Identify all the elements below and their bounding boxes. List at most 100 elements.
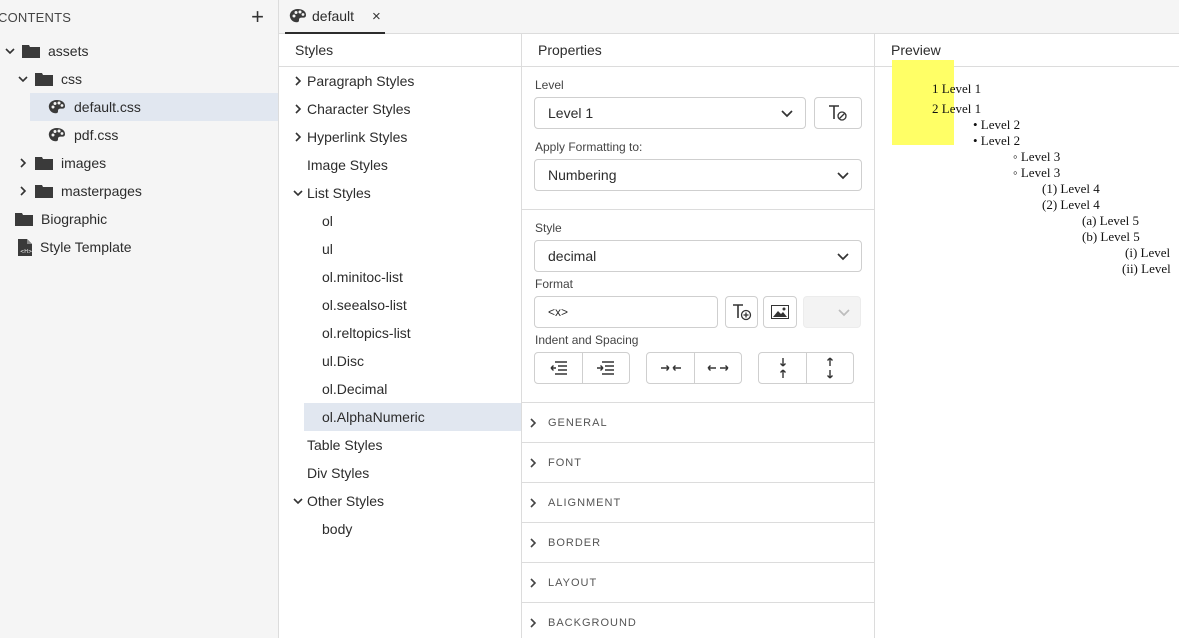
- chevron-right-icon[interactable]: [292, 75, 304, 87]
- indent-spacing-label: Indent and Spacing: [535, 333, 639, 347]
- chevron-down-icon: [838, 309, 850, 317]
- chevron-spacer: [292, 467, 304, 479]
- apply-formatting-dropdown[interactable]: Numbering: [534, 159, 862, 191]
- style-item[interactable]: ol.minitoc-list: [322, 263, 403, 291]
- tree-item-label: Style Template: [40, 239, 132, 255]
- style-item[interactable]: ol.AlphaNumeric: [304, 403, 521, 431]
- properties-header: Properties: [522, 34, 874, 67]
- chevron-down-icon: [781, 110, 793, 118]
- styles-header: Styles: [279, 34, 521, 67]
- level-dropdown[interactable]: Level 1: [534, 97, 806, 129]
- plus-icon[interactable]: +: [251, 6, 264, 28]
- chevron-spacer: [292, 439, 304, 451]
- space-before-button[interactable]: [759, 353, 806, 383]
- indent-icon: [597, 361, 614, 375]
- indent-group: [534, 352, 630, 384]
- folder-icon: [35, 73, 53, 86]
- tree-item-biographic[interactable]: Biographic: [15, 205, 107, 233]
- tree-item-pdf-css[interactable]: pdf.css: [48, 121, 118, 149]
- section-background[interactable]: BACKGROUND: [522, 602, 875, 638]
- style-item[interactable]: ul.Disc: [322, 347, 364, 375]
- style-item[interactable]: List Styles: [292, 179, 371, 207]
- tree-item-images[interactable]: images: [17, 149, 106, 177]
- style-item[interactable]: Div Styles: [292, 459, 369, 487]
- chevron-down-icon[interactable]: [17, 73, 29, 85]
- section-general[interactable]: GENERAL: [522, 402, 875, 442]
- tree-item-default-css[interactable]: default.css: [30, 93, 278, 121]
- preview-list-line: ◦ Level 3: [1013, 149, 1061, 164]
- preview-list-line: 2 Level 1: [932, 101, 982, 116]
- text-clear-icon: [829, 105, 847, 121]
- chevron-right-icon[interactable]: [17, 157, 29, 169]
- style-item[interactable]: Character Styles: [292, 95, 410, 123]
- space-after-button[interactable]: [806, 353, 853, 383]
- chevron-down-icon: [837, 172, 849, 180]
- tab-default[interactable]: default ×: [285, 0, 385, 34]
- style-item-label: Div Styles: [307, 465, 370, 481]
- chevron-right-icon[interactable]: [292, 103, 304, 115]
- style-item[interactable]: ul: [322, 235, 333, 263]
- format-label: Format: [535, 277, 574, 291]
- palette-icon: [48, 128, 65, 142]
- preview-list-line: 1 Level 1: [932, 81, 982, 96]
- chevron-right-icon[interactable]: [17, 185, 29, 197]
- style-item[interactable]: Other Styles: [292, 487, 384, 515]
- tab-bar: default ×: [279, 0, 1179, 34]
- decrease-indent-button[interactable]: [535, 353, 582, 383]
- style-item-label: Character Styles: [307, 101, 411, 117]
- document-icon: <H>: [18, 238, 32, 256]
- insert-text-button[interactable]: [725, 296, 758, 328]
- increase-indent-button[interactable]: [582, 353, 629, 383]
- style-item-label: Image Styles: [307, 157, 388, 173]
- tree-item-label: masterpages: [61, 183, 142, 199]
- chevron-right-icon[interactable]: [292, 131, 304, 143]
- style-item[interactable]: body: [322, 515, 352, 543]
- style-label: Style: [535, 221, 562, 235]
- style-item[interactable]: Hyperlink Styles: [292, 123, 407, 151]
- chevron-spacer: [292, 159, 304, 171]
- section-alignment[interactable]: ALIGNMENT: [522, 482, 875, 522]
- section-font[interactable]: FONT: [522, 442, 875, 482]
- style-item[interactable]: ol.seealso-list: [322, 291, 407, 319]
- style-item[interactable]: Image Styles: [292, 151, 388, 179]
- apply-formatting-value: Numbering: [548, 167, 617, 183]
- style-item-label: Hyperlink Styles: [307, 129, 408, 145]
- chevron-right-icon: [530, 457, 537, 468]
- section-border[interactable]: BORDER: [522, 522, 875, 562]
- format-value: <x>: [548, 305, 569, 319]
- chevron-down-icon[interactable]: [292, 187, 304, 199]
- style-item[interactable]: Table Styles: [292, 431, 382, 459]
- chevron-right-icon: [530, 417, 537, 428]
- chevron-down-icon[interactable]: [292, 495, 304, 507]
- text-add-icon: [732, 304, 751, 321]
- style-item[interactable]: ol.Decimal: [322, 375, 387, 403]
- tree-item-label: css: [61, 71, 82, 87]
- style-item-label: ol.seealso-list: [322, 297, 407, 313]
- section-label: BACKGROUND: [548, 616, 637, 629]
- chevron-down-icon[interactable]: [4, 45, 16, 57]
- style-item[interactable]: Paragraph Styles: [292, 67, 414, 95]
- style-item[interactable]: ol: [322, 207, 333, 235]
- tree-item-label: default.css: [74, 99, 141, 115]
- style-item[interactable]: ol.reltopics-list: [322, 319, 411, 347]
- decrease-spacing-button[interactable]: [647, 353, 694, 383]
- section-layout[interactable]: LAYOUT: [522, 562, 875, 602]
- clear-formatting-button[interactable]: [814, 97, 862, 129]
- tree-item-masterpages[interactable]: masterpages: [17, 177, 142, 205]
- style-dropdown[interactable]: decimal: [534, 240, 862, 272]
- increase-spacing-button[interactable]: [694, 353, 741, 383]
- preview-panel: Preview 1 Level 12 Level 1 • Level 2 • Lev…: [875, 34, 1179, 638]
- format-input[interactable]: <x>: [534, 296, 718, 328]
- tree-item-assets[interactable]: assets: [4, 37, 88, 65]
- chevron-right-icon: [530, 497, 537, 508]
- arrows-vertical-outward-icon: [827, 357, 833, 379]
- tree-item-css[interactable]: css: [17, 65, 82, 93]
- chevron-right-icon: [530, 577, 537, 588]
- close-icon[interactable]: ×: [372, 8, 381, 25]
- tab-label: default: [312, 8, 355, 24]
- palette-icon: [289, 9, 306, 23]
- tree-item-style-template[interactable]: <H> Style Template: [18, 233, 132, 261]
- chevron-right-icon: [530, 537, 537, 548]
- insert-image-button[interactable]: [763, 296, 797, 328]
- tree-item-label: pdf.css: [74, 127, 119, 143]
